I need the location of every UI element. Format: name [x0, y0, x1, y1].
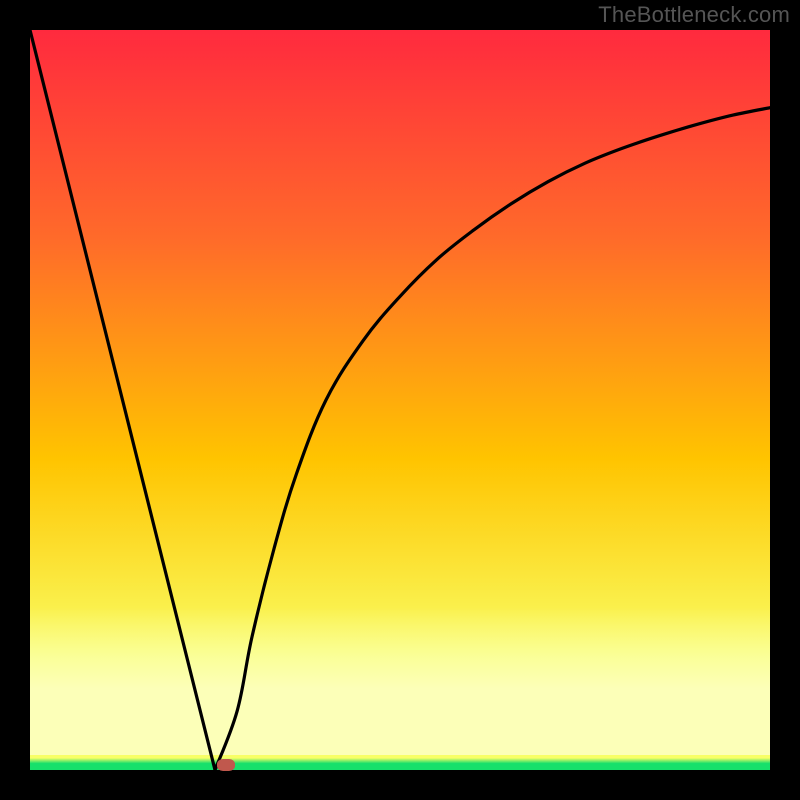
curve-right-segment: [215, 108, 770, 770]
chart-frame: TheBottleneck.com: [0, 0, 800, 800]
bottleneck-marker: [217, 759, 235, 771]
watermark-text: TheBottleneck.com: [598, 2, 790, 28]
curve-left-segment: [30, 30, 215, 770]
curve-layer: [30, 30, 770, 770]
